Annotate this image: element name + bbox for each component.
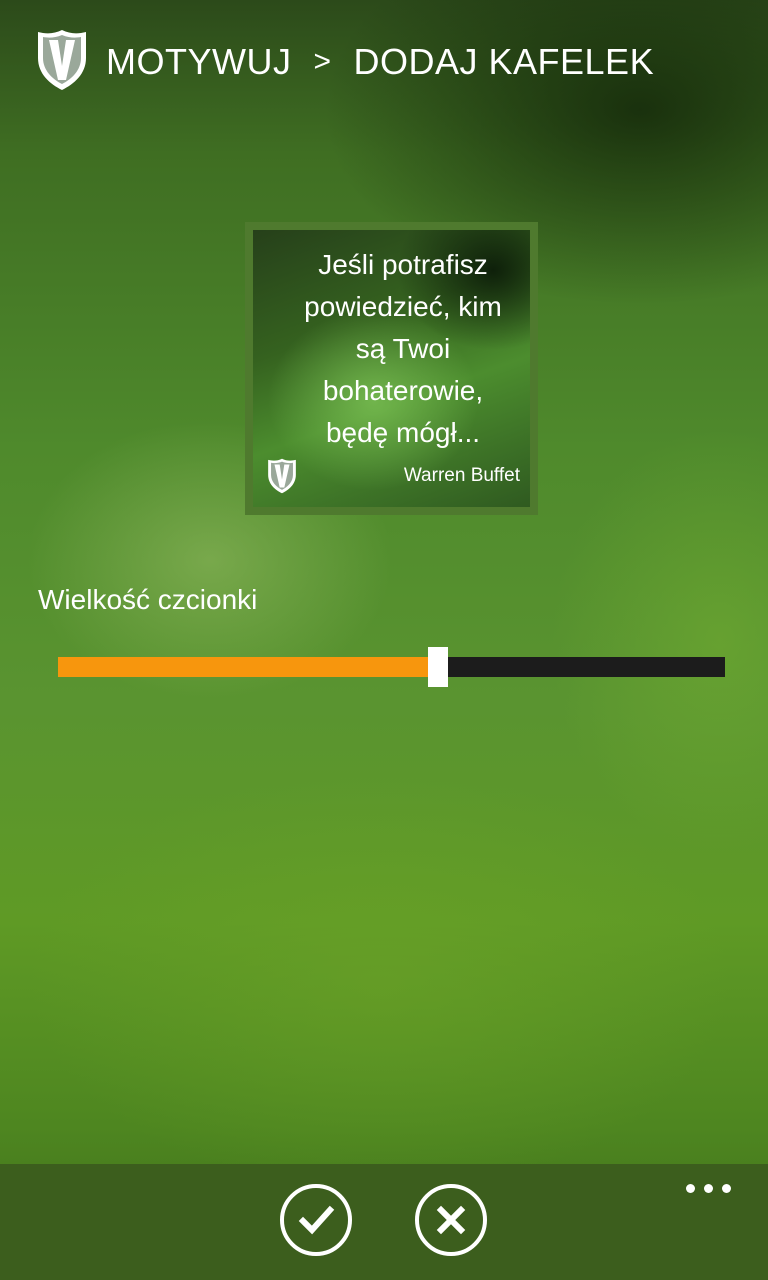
- tile-preview-frame: Jeśli potrafisz powiedzieć, kim są Twoi …: [245, 222, 538, 515]
- header: MOTYWUJ > DODAJ KAFELEK: [0, 0, 768, 130]
- check-icon: [298, 1205, 335, 1235]
- page-title: DODAJ KAFELEK: [353, 41, 655, 82]
- ellipsis-dot: [722, 1184, 731, 1193]
- accept-button[interactable]: [280, 1184, 352, 1256]
- ellipsis-dot: [686, 1184, 695, 1193]
- tile-preview: Jeśli potrafisz powiedzieć, kim są Twoi …: [253, 230, 530, 507]
- slider-track[interactable]: [58, 657, 725, 677]
- app-name[interactable]: MOTYWUJ: [106, 41, 291, 83]
- shield-logo-icon: [38, 30, 86, 90]
- slider-fill: [58, 657, 439, 677]
- breadcrumb: MOTYWUJ > DODAJ KAFELEK: [106, 40, 654, 84]
- screen: MOTYWUJ > DODAJ KAFELEK Jeśli potrafisz …: [0, 0, 768, 1280]
- shield-logo-icon: [268, 458, 296, 494]
- close-icon: [436, 1205, 466, 1235]
- font-size-slider[interactable]: [58, 647, 725, 687]
- ellipsis-icon[interactable]: [686, 1182, 732, 1196]
- tile-author: Warren Buffet: [403, 465, 520, 486]
- cancel-button[interactable]: [415, 1184, 487, 1256]
- ellipsis-dot: [704, 1184, 713, 1193]
- breadcrumb-separator: >: [313, 45, 332, 78]
- tile-quote: Jeśli potrafisz powiedzieć, kim są Twoi …: [304, 249, 502, 448]
- font-size-label: Wielkość czcionki: [38, 584, 258, 615]
- slider-thumb[interactable]: [428, 647, 449, 687]
- app-bar: [0, 1164, 768, 1280]
